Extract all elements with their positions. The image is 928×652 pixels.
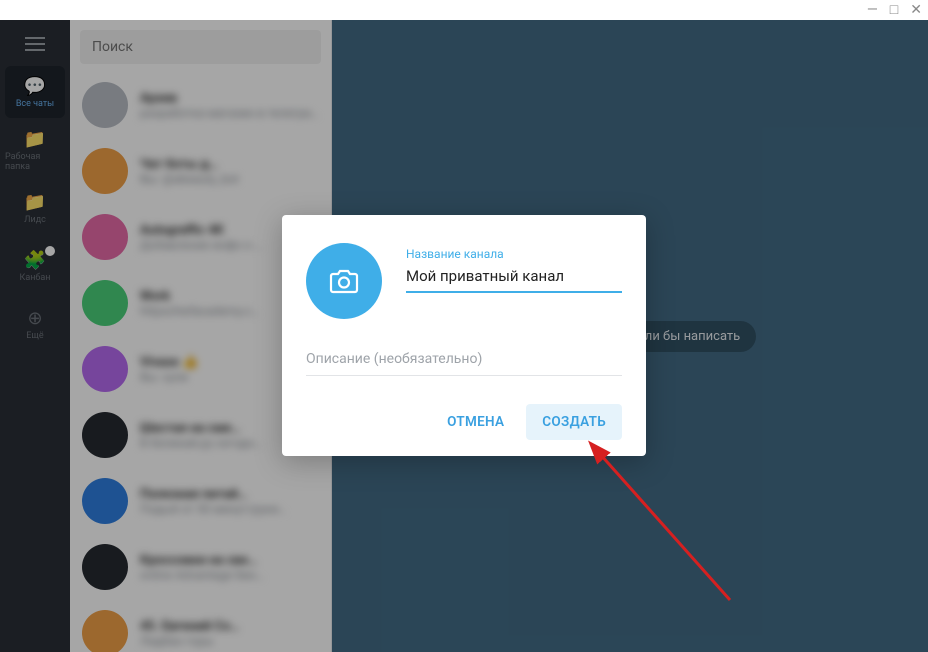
minimize-button[interactable]: — [867, 3, 878, 17]
create-button[interactable]: СОЗДАТЬ [526, 404, 622, 440]
channel-name-input[interactable] [406, 263, 622, 293]
titlebar: — □ ✕ [0, 0, 928, 20]
maximize-button[interactable]: □ [890, 3, 898, 17]
new-channel-modal: Название канала ОТМЕНА СОЗДАТЬ [282, 215, 646, 456]
app-root: — □ ✕ 💬 Все чаты 📁 Рабочая папка 📁 Лидс … [0, 0, 928, 652]
modal-header: Название канала [306, 243, 622, 319]
name-field-label: Название канала [406, 247, 622, 261]
cancel-button[interactable]: ОТМЕНА [431, 404, 520, 440]
description-field-block [306, 345, 622, 376]
channel-description-input[interactable] [306, 345, 622, 376]
close-button[interactable]: ✕ [910, 3, 922, 17]
name-field-block: Название канала [406, 243, 622, 293]
camera-icon [329, 268, 359, 294]
modal-actions: ОТМЕНА СОЗДАТЬ [306, 404, 622, 440]
channel-photo-button[interactable] [306, 243, 382, 319]
